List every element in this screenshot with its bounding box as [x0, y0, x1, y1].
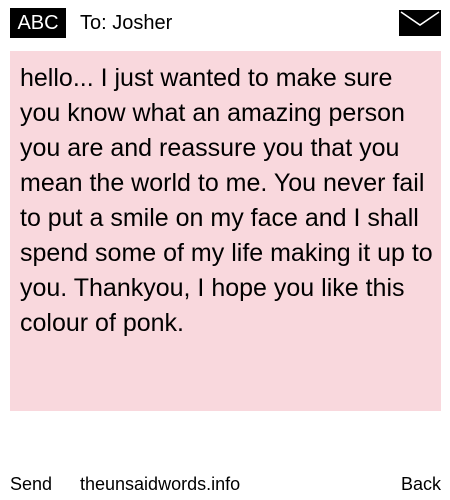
envelope-icon: [399, 10, 441, 36]
recipient-line[interactable]: To: Josher: [80, 9, 172, 37]
input-mode-badge[interactable]: ABC: [10, 8, 66, 38]
site-label: theunsaidwords.info: [80, 474, 241, 494]
message-body-field[interactable]: hello... I just wanted to make sure you …: [10, 51, 441, 411]
header-bar: ABC To: Josher: [0, 0, 450, 46]
send-button[interactable]: Send: [10, 473, 52, 495]
back-button[interactable]: Back: [401, 473, 441, 495]
message-text: hello... I just wanted to make sure you …: [20, 64, 433, 337]
